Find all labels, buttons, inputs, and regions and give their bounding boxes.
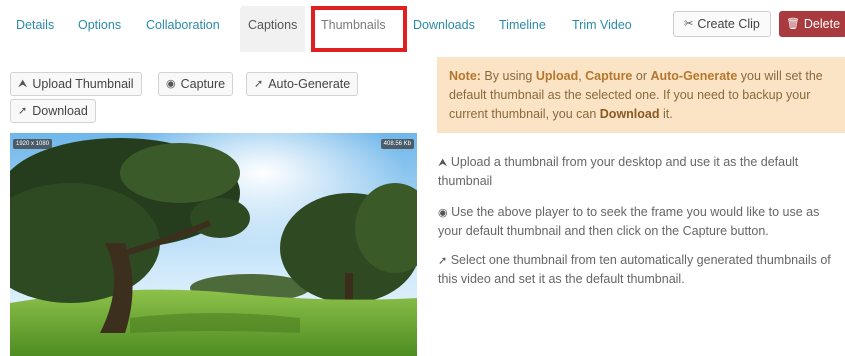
help-auto-generate: ➚ Select one thumbnail from ten automati… [438,251,842,289]
resolution-badge: 1920 x 1080 [13,139,53,149]
upload-icon: ⮝ [18,77,28,90]
tab-captions[interactable]: Captions [240,6,306,52]
note-download: Download [599,107,660,121]
delete-button[interactable]: 🗑 Delete [779,11,845,37]
tab-details[interactable]: Details [16,18,54,32]
delete-label: Delete [803,17,841,31]
wand-icon: ➚ [254,77,264,90]
camera-icon: ◉ [438,207,448,219]
upload-thumbnail-label: Upload Thumbnail [32,77,134,91]
trash-icon: 🗑 [785,17,800,30]
note-text: By using [480,69,536,83]
tab-trim-video[interactable]: Trim Video [572,18,632,32]
note-alert: Note: By using Upload, Capture or Auto-G… [437,57,845,133]
help-upload: ⮝ Upload a thumbnail from your desktop a… [438,153,842,191]
note-auto-generate: Auto-Generate [650,69,738,83]
file-size-badge: 408.56 Kb [380,139,414,149]
create-clip-button[interactable]: ✂ Create Clip [673,11,771,37]
tab-collaboration[interactable]: Collaboration [146,18,220,32]
help-auto-generate-text: Select one thumbnail from ten automatica… [438,253,831,286]
help-capture: ◉ Use the above player to to seek the fr… [438,203,842,241]
download-label: Download [32,104,88,118]
tab-downloads[interactable]: Downloads [413,18,475,32]
note-text: it. [659,107,673,121]
capture-label: Capture [180,77,226,91]
note-capture: Capture [585,69,633,83]
tab-thumbnails[interactable]: Thumbnails [311,6,407,52]
auto-generate-label: Auto-Generate [268,77,351,91]
note-text: or [632,69,651,83]
download-button[interactable]: ➚ Download [10,99,96,123]
help-upload-text: Upload a thumbnail from your desktop and… [438,155,799,188]
auto-generate-button[interactable]: ➚ Auto-Generate [246,72,359,96]
wand-icon: ➚ [438,255,448,267]
upload-thumbnail-button[interactable]: ⮝ Upload Thumbnail [10,72,142,96]
create-clip-label: Create Clip [697,17,760,31]
tab-timeline[interactable]: Timeline [499,18,546,32]
wand-icon: ➚ [18,104,28,117]
tab-bar: Details Options Collaboration Captions T… [0,0,845,52]
upload-icon: ⮝ [438,157,448,169]
help-capture-text: Use the above player to to seek the fram… [438,205,820,238]
tab-options[interactable]: Options [78,18,121,32]
thumbnail-preview[interactable]: 1920 x 1080 408.56 Kb [10,133,417,356]
scissors-icon: ✂ [684,17,694,30]
note-label: Note: [449,69,481,83]
note-upload: Upload [535,69,579,83]
camera-icon: ◉ [166,77,176,90]
landscape-image [10,133,417,356]
capture-button[interactable]: ◉ Capture [158,72,234,96]
